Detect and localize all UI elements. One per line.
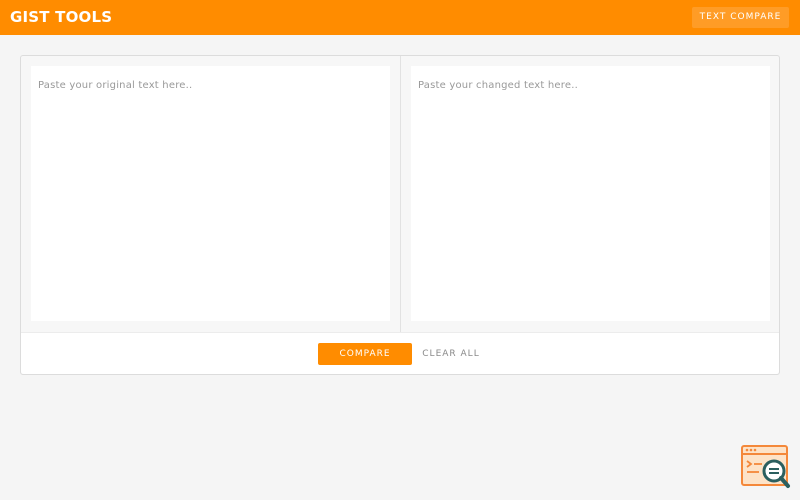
changed-text-input[interactable] (411, 66, 770, 321)
compare-panel: COMPARE CLEAR ALL (20, 55, 780, 375)
action-footer: COMPARE CLEAR ALL (21, 332, 779, 374)
text-compare-nav-button[interactable]: TEXT COMPARE (692, 7, 789, 28)
compare-button[interactable]: COMPARE (318, 343, 412, 365)
brand-logo[interactable]: GIST TOOLS (10, 8, 112, 26)
clear-all-button[interactable]: CLEAR ALL (419, 343, 483, 365)
original-text-input[interactable] (31, 66, 390, 321)
panel-divider (400, 56, 401, 332)
search-document-icon[interactable] (740, 444, 792, 490)
top-bar: GIST TOOLS TEXT COMPARE (0, 0, 800, 35)
